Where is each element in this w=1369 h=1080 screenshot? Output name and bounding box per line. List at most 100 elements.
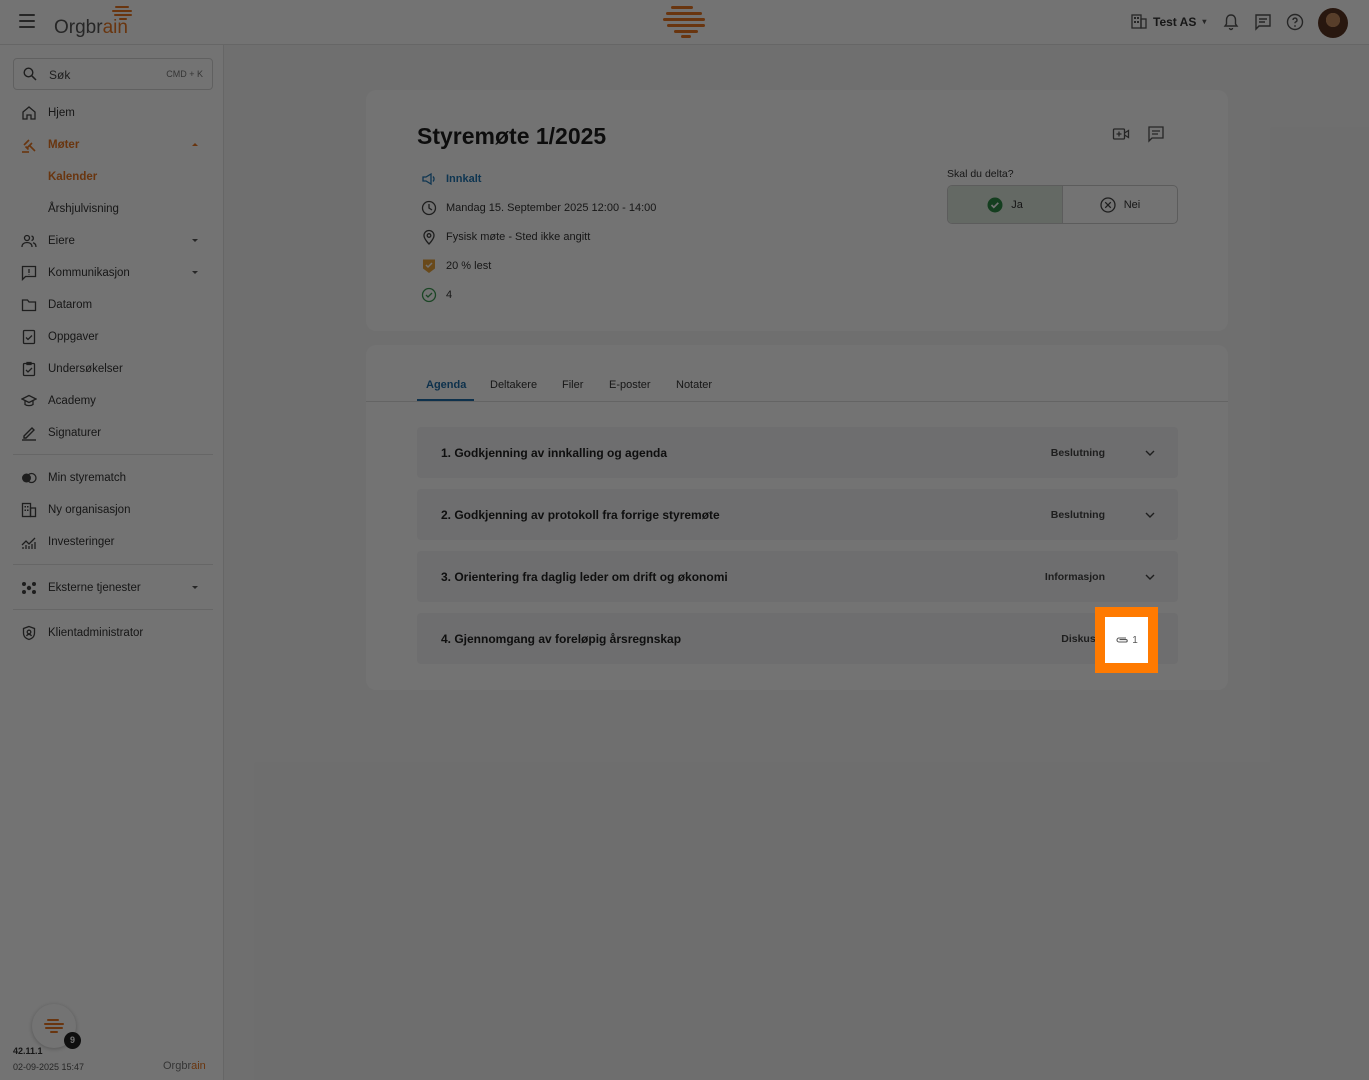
sidebar-item-oppgaver[interactable]: Oppgaver (0, 324, 224, 350)
building-icon (1131, 14, 1147, 29)
footer-logo: Orgbrain (163, 1060, 206, 1072)
meeting-datetime-row: Mandag 15. September 2025 12:00 - 14:00 (421, 200, 656, 216)
chevron-down-icon[interactable] (1144, 509, 1156, 521)
sidebar-divider (13, 564, 213, 565)
sidebar-item-min-styrematch[interactable]: Min styrematch (0, 465, 224, 491)
gavel-icon (22, 139, 36, 153)
sidebar-item-investeringer[interactable]: Investeringer (0, 529, 224, 555)
tab-bar: Agenda Deltakere Filer E-poster Notater (366, 345, 1228, 402)
meeting-status: Innkalt (446, 173, 482, 185)
sidebar-item-eiere[interactable]: Eiere (0, 228, 224, 254)
help-icon[interactable] (1286, 13, 1304, 31)
org-switcher[interactable]: Test AS ▾ (1131, 14, 1206, 29)
org-name: Test AS (1153, 14, 1197, 29)
attachment-count-button[interactable]: 1 (1095, 607, 1158, 673)
rsvp-yes-button[interactable]: Ja (948, 186, 1063, 223)
task-icon (22, 329, 36, 345)
rsvp-toggle: Ja Nei (947, 185, 1178, 224)
notification-badge: 9 (64, 1032, 81, 1049)
chevron-down-icon (192, 586, 198, 589)
meeting-read-status: 20 % lest (446, 260, 492, 272)
sidebar-item-signaturer[interactable]: Signaturer (0, 420, 224, 446)
sidebar-item-academy[interactable]: Academy (0, 388, 224, 414)
sidebar-item-eksterne-tjenester[interactable]: Eksterne tjenester (0, 575, 224, 601)
meeting-read-row: 20 % lest (421, 258, 491, 274)
meeting-location: Fysisk møte - Sted ikke angitt (446, 231, 591, 243)
signature-icon (22, 427, 36, 441)
tab-agenda[interactable]: Agenda (426, 379, 466, 391)
brain-logo-icon (44, 1019, 64, 1033)
sidebar: Søk CMD + K Hjem Møter Kalender Årshjulv… (0, 45, 224, 1080)
agenda-item-type: Beslutning (1050, 509, 1105, 521)
location-pin-icon (423, 229, 435, 245)
check-circle-icon (421, 287, 437, 303)
video-add-icon[interactable] (1112, 125, 1130, 143)
shield-icon (22, 625, 36, 641)
sidebar-item-kommunikasjon[interactable]: Kommunikasjon (0, 260, 224, 286)
check-circle-filled-icon (987, 197, 1003, 212)
message-icon (21, 265, 37, 281)
sidebar-item-datarom[interactable]: Datarom (0, 292, 224, 318)
sidebar-item-klientadministrator[interactable]: Klientadministrator (0, 620, 224, 646)
chevron-down-icon[interactable] (1144, 571, 1156, 583)
search-input[interactable]: Søk CMD + K (13, 58, 213, 90)
comment-icon[interactable] (1147, 125, 1165, 143)
app-version: 42.11.1 (13, 1046, 43, 1056)
agenda-item[interactable]: 2. Godkjenning av protokoll fra forrige … (417, 489, 1178, 540)
meeting-approved-row: 4 (421, 287, 452, 303)
top-bar: Orgbrain Test AS ▾ (0, 0, 1369, 45)
active-tab-indicator (417, 399, 474, 401)
search-icon (23, 67, 37, 81)
agenda-item-type: Informasjon (1044, 571, 1105, 583)
attachment-count: 1 (1132, 634, 1138, 646)
agenda-item[interactable]: 4. Gjennomgang av foreløpig årsregnskap … (417, 613, 1178, 664)
tab-filer[interactable]: Filer (562, 379, 583, 391)
home-icon (22, 106, 36, 120)
sidebar-item-arshjulvisning[interactable]: Årshjulvisning (0, 196, 224, 222)
tab-e-poster[interactable]: E-poster (609, 379, 651, 391)
meeting-card: Styremøte 1/2025 Innkalt Mandag 15. Sept… (366, 90, 1228, 331)
tab-notater[interactable]: Notater (676, 379, 712, 391)
avatar[interactable] (1318, 8, 1348, 38)
bell-icon[interactable] (1222, 13, 1240, 31)
sidebar-item-kalender[interactable]: Kalender (0, 164, 224, 190)
folder-icon (21, 299, 37, 312)
chevron-down-icon (192, 271, 198, 274)
menu-icon[interactable] (19, 14, 35, 28)
center-logo-icon (663, 6, 705, 38)
meeting-datetime: Mandag 15. September 2025 12:00 - 14:00 (446, 202, 657, 214)
services-icon (22, 582, 36, 594)
tab-deltakere[interactable]: Deltakere (490, 379, 537, 391)
search-shortcut: CMD + K (166, 69, 203, 79)
megaphone-icon (422, 172, 435, 186)
clock-icon (421, 200, 437, 216)
chevron-down-icon (192, 239, 198, 242)
chart-icon (21, 537, 36, 549)
sidebar-item-ny-organisasjon[interactable]: Ny organisasjon (0, 497, 224, 523)
build-date: 02-09-2025 15:47 (13, 1062, 85, 1072)
meeting-status-row: Innkalt (421, 171, 481, 187)
chat-icon[interactable] (1254, 13, 1272, 31)
sidebar-item-moter[interactable]: Møter (0, 132, 224, 158)
chevron-down-icon: ▾ (1202, 17, 1207, 26)
sidebar-item-undersokelser[interactable]: Undersøkelser (0, 356, 224, 382)
chevron-down-icon[interactable] (1144, 447, 1156, 459)
close-circle-icon (1100, 196, 1116, 213)
page-title: Styremøte 1/2025 (417, 123, 607, 149)
survey-icon (22, 361, 36, 377)
agenda-item-type: Beslutning (1050, 447, 1105, 459)
read-badge-icon (423, 259, 435, 273)
agenda-item[interactable]: 3. Orientering fra daglig leder om drift… (417, 551, 1178, 602)
agenda-item[interactable]: 1. Godkjenning av innkalling og agenda B… (417, 427, 1178, 478)
paperclip-icon (1116, 637, 1128, 643)
match-icon (22, 472, 37, 484)
meeting-approved-count: 4 (446, 289, 453, 301)
brain-logo-icon (112, 6, 132, 20)
academy-icon (21, 394, 37, 407)
owners-icon (21, 234, 37, 248)
sidebar-divider (13, 609, 213, 610)
sidebar-item-hjem[interactable]: Hjem (0, 100, 224, 126)
rsvp-no-button[interactable]: Nei (1063, 186, 1177, 223)
rsvp-question: Skal du delta? (947, 168, 1014, 180)
chevron-up-icon (192, 143, 198, 146)
